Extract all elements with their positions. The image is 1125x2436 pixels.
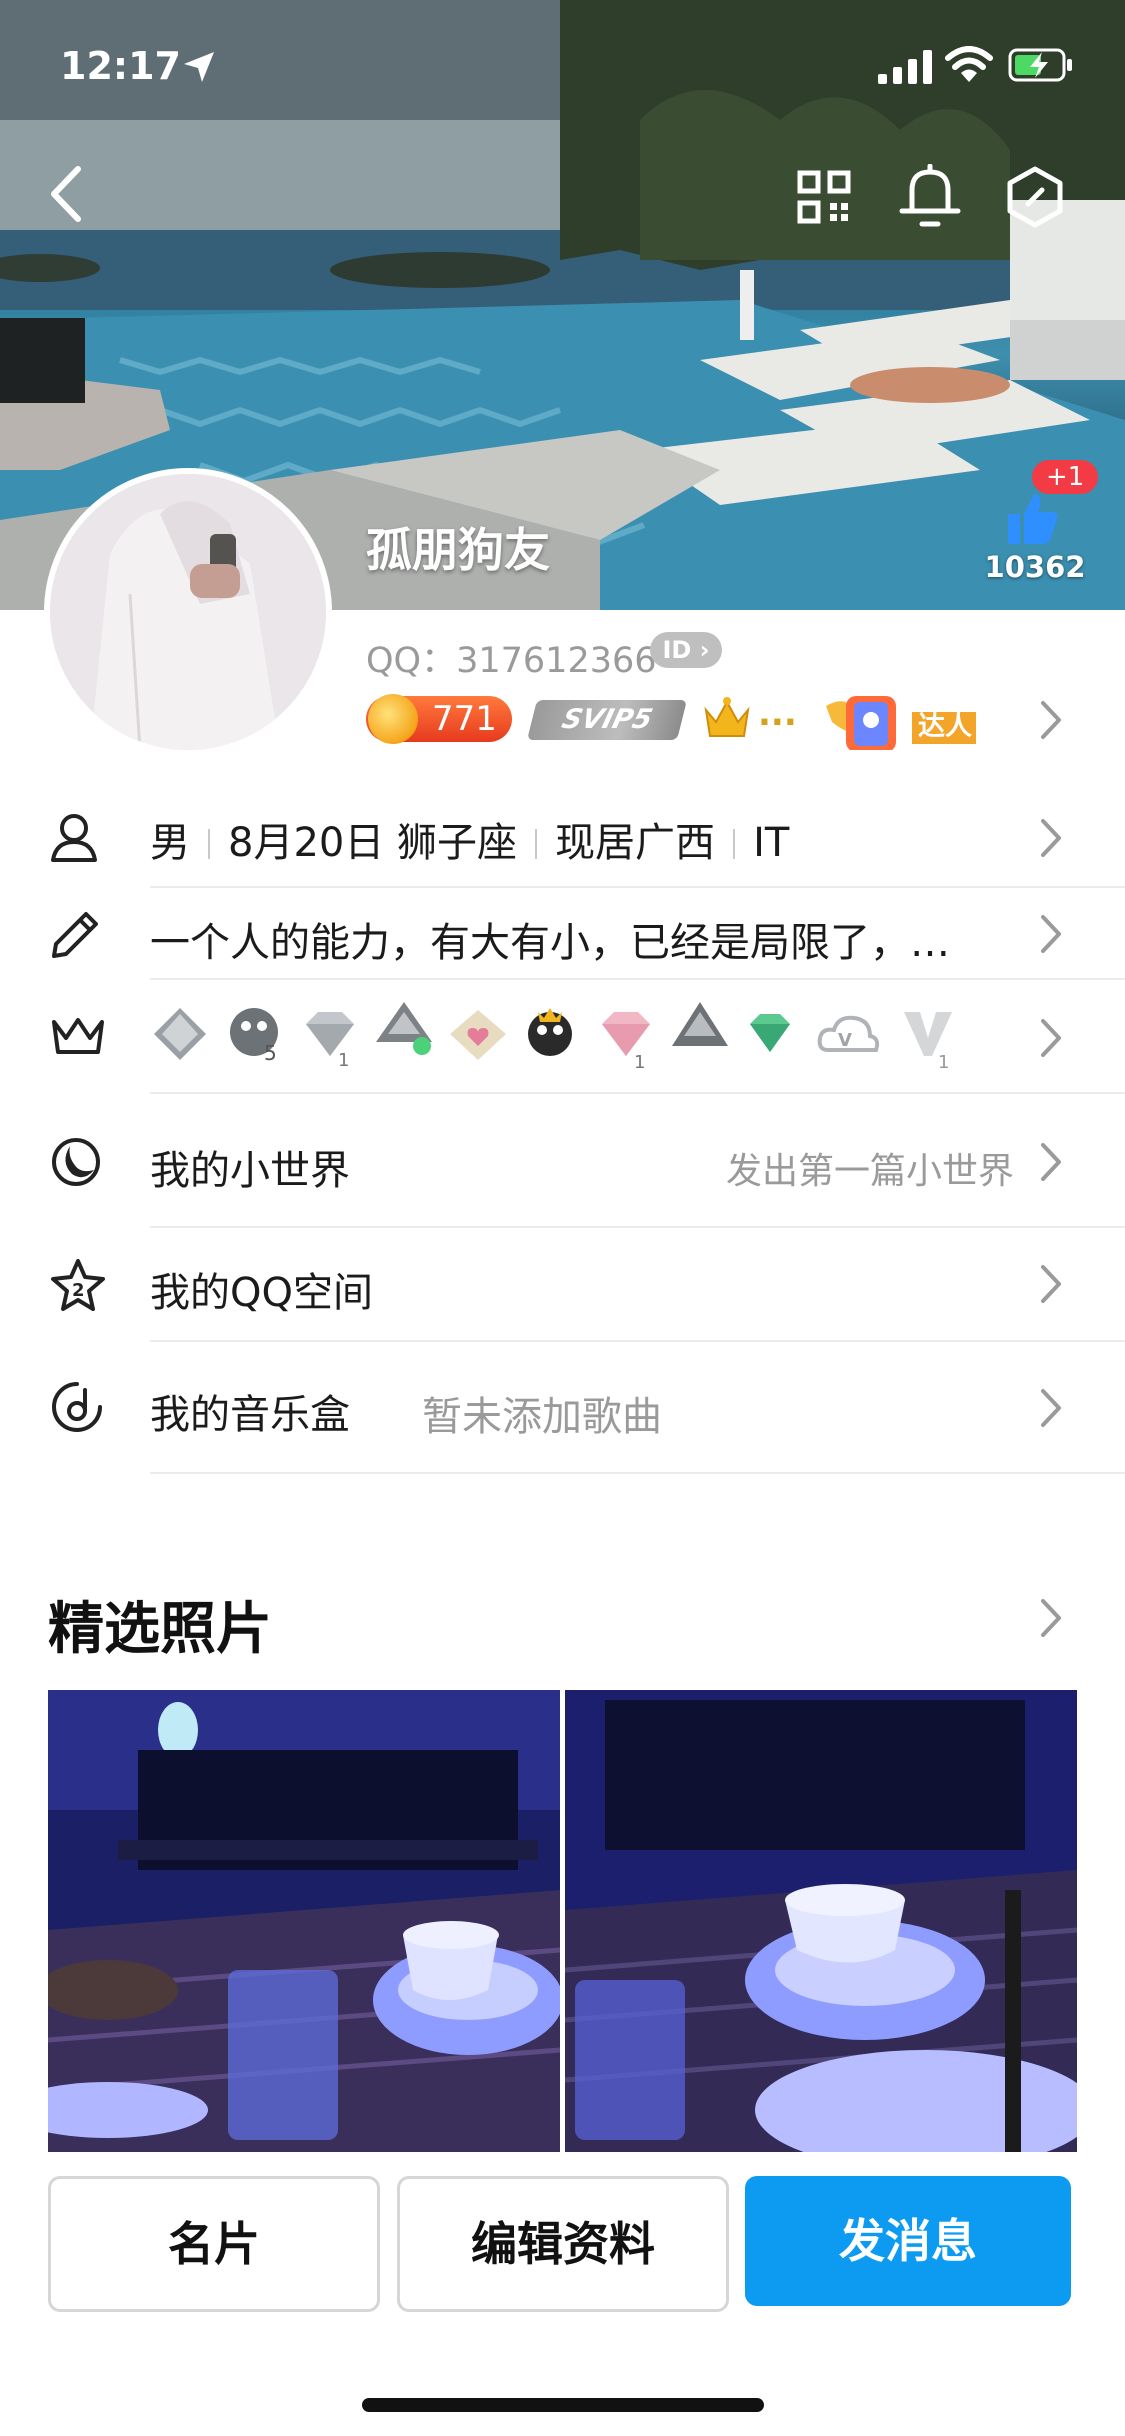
like-count: 10362 xyxy=(984,550,1086,584)
music-label: 我的音乐盒 xyxy=(150,1392,350,1438)
svg-text:1: 1 xyxy=(338,1050,349,1071)
diamond-pink-icon: 1 xyxy=(602,1012,650,1073)
send-message-button[interactable]: 发消息 xyxy=(745,2176,1071,2306)
basic-info-text: 男 8月20日 狮子座 现居广西 IT xyxy=(150,810,789,868)
qq-number-line: QQ：317612366 xyxy=(366,632,657,683)
chevron-right-icon xyxy=(1041,819,1061,857)
v-badge-icon: 1 xyxy=(904,1012,952,1073)
separator xyxy=(208,829,210,859)
pencil-icon xyxy=(52,912,98,958)
chevron-right-icon xyxy=(1041,915,1061,953)
small-world-label: 我的小世界 xyxy=(150,1148,350,1194)
honor-icons: 5 1 1 V 1 xyxy=(154,1002,952,1073)
svg-text:1: 1 xyxy=(938,1052,949,1073)
music-row[interactable]: 我的音乐盒 暂未添加歌曲 xyxy=(0,1342,1125,1474)
heart-diamond-icon xyxy=(450,1010,506,1060)
avatar[interactable] xyxy=(44,468,332,756)
svg-text:2: 2 xyxy=(72,1280,85,1301)
coin-icon xyxy=(368,694,418,744)
coin-badge[interactable]: 771 xyxy=(366,694,512,744)
qzone-label: 我的QQ空间 xyxy=(150,1270,373,1316)
coin-value: 771 xyxy=(432,699,497,739)
home-indicator[interactable] xyxy=(362,2398,764,2412)
photo-image xyxy=(565,1690,1077,2152)
star-icon: 2 xyxy=(51,1259,105,1311)
qr-code-icon[interactable] xyxy=(797,170,851,224)
svip-badge[interactable]: SVIP5 xyxy=(527,700,687,740)
svg-text:1: 1 xyxy=(634,1052,645,1073)
id-badge-label: ID xyxy=(662,636,692,664)
crown-outline-icon xyxy=(52,1018,104,1054)
profile-nickname: 孤朋狗友 xyxy=(366,523,550,577)
location: 现居广西 xyxy=(555,820,716,866)
separator xyxy=(733,829,736,859)
more-dots: ... xyxy=(758,694,797,734)
signature-row[interactable]: 一个人的能力，有大有小，已经是局限了，… xyxy=(0,888,1125,980)
penguin-crown-icon xyxy=(528,1008,572,1056)
svg-text:V: V xyxy=(838,1030,852,1051)
featured-photo-1[interactable] xyxy=(48,1690,560,2152)
photo-image xyxy=(48,1690,560,2152)
chevron-right-icon xyxy=(1041,1389,1061,1427)
gender: 男 xyxy=(150,820,190,866)
divider xyxy=(150,1472,1125,1474)
avatar-photo xyxy=(50,474,326,750)
music-disc-icon xyxy=(52,1382,102,1432)
notification-bell-icon[interactable] xyxy=(898,164,962,230)
diamond-silver-icon: 1 xyxy=(306,1012,354,1071)
featured-photo-2[interactable] xyxy=(565,1690,1077,2152)
wifi-icon xyxy=(945,46,993,82)
mountain-gray-icon xyxy=(672,1002,728,1046)
status-time: 12:17 xyxy=(60,44,181,88)
id-badge[interactable]: ID › xyxy=(650,632,722,668)
status-bar: 12:17 xyxy=(0,44,1125,94)
thumbs-up-icon[interactable] xyxy=(1000,488,1060,548)
like-plus-badge: +1 xyxy=(1032,460,1099,494)
back-icon[interactable] xyxy=(48,165,82,223)
qq-number: 317612366 xyxy=(456,641,657,681)
small-world-row[interactable]: 我的小世界 发出第一篇小世界 xyxy=(0,1094,1125,1228)
separator xyxy=(535,829,538,859)
person-icon xyxy=(51,814,97,862)
battery-charging-icon xyxy=(1008,48,1072,82)
basic-info-row[interactable]: 男 8月20日 狮子座 现居广西 IT xyxy=(0,790,1125,888)
job: IT xyxy=(753,820,790,866)
small-world-hint: 发出第一篇小世界 xyxy=(726,1151,1015,1192)
cellular-signal-icon xyxy=(878,50,932,84)
svg-text:5: 5 xyxy=(264,1041,277,1065)
penguin-badge-icon: 5 xyxy=(230,1008,278,1065)
small-world-icon xyxy=(52,1138,100,1186)
diamond-gray-icon xyxy=(154,1008,206,1060)
signature-text: 一个人的能力，有大有小，已经是局限了，… xyxy=(150,920,950,966)
svip-label: SVIP5 xyxy=(558,704,656,735)
music-hint: 暂未添加歌曲 xyxy=(422,1394,662,1440)
card-button[interactable]: 名片 xyxy=(48,2176,380,2312)
crown-icon[interactable] xyxy=(702,696,752,740)
diamond-green-icon xyxy=(750,1014,790,1052)
edit-profile-button[interactable]: 编辑资料 xyxy=(397,2176,729,2312)
qq-label: QQ： xyxy=(366,641,457,681)
badge-line[interactable]: 771 SVIP5 ... 达人 xyxy=(366,690,1086,750)
chevron-right-icon xyxy=(1041,1143,1061,1181)
photos-section-title: 精选照片 xyxy=(48,1597,272,1662)
settings-hexagon-icon[interactable] xyxy=(1006,166,1064,228)
chevron-right-icon xyxy=(1041,1019,1061,1057)
vip-cloud-icon: V xyxy=(817,1015,880,1052)
chevron-right-icon[interactable] xyxy=(1040,1598,1062,1638)
daren-label: 达人 xyxy=(918,711,972,742)
mountain-green-icon xyxy=(376,1002,432,1055)
chevron-right-icon xyxy=(1041,1265,1061,1303)
chevron-right-icon[interactable] xyxy=(1040,700,1062,740)
qzone-row[interactable]: 2 我的QQ空间 xyxy=(0,1228,1125,1342)
location-arrow-icon xyxy=(184,52,214,82)
honors-row[interactable]: 5 1 1 V 1 xyxy=(0,980,1125,1094)
birthday: 8月20日 狮子座 xyxy=(228,820,518,866)
